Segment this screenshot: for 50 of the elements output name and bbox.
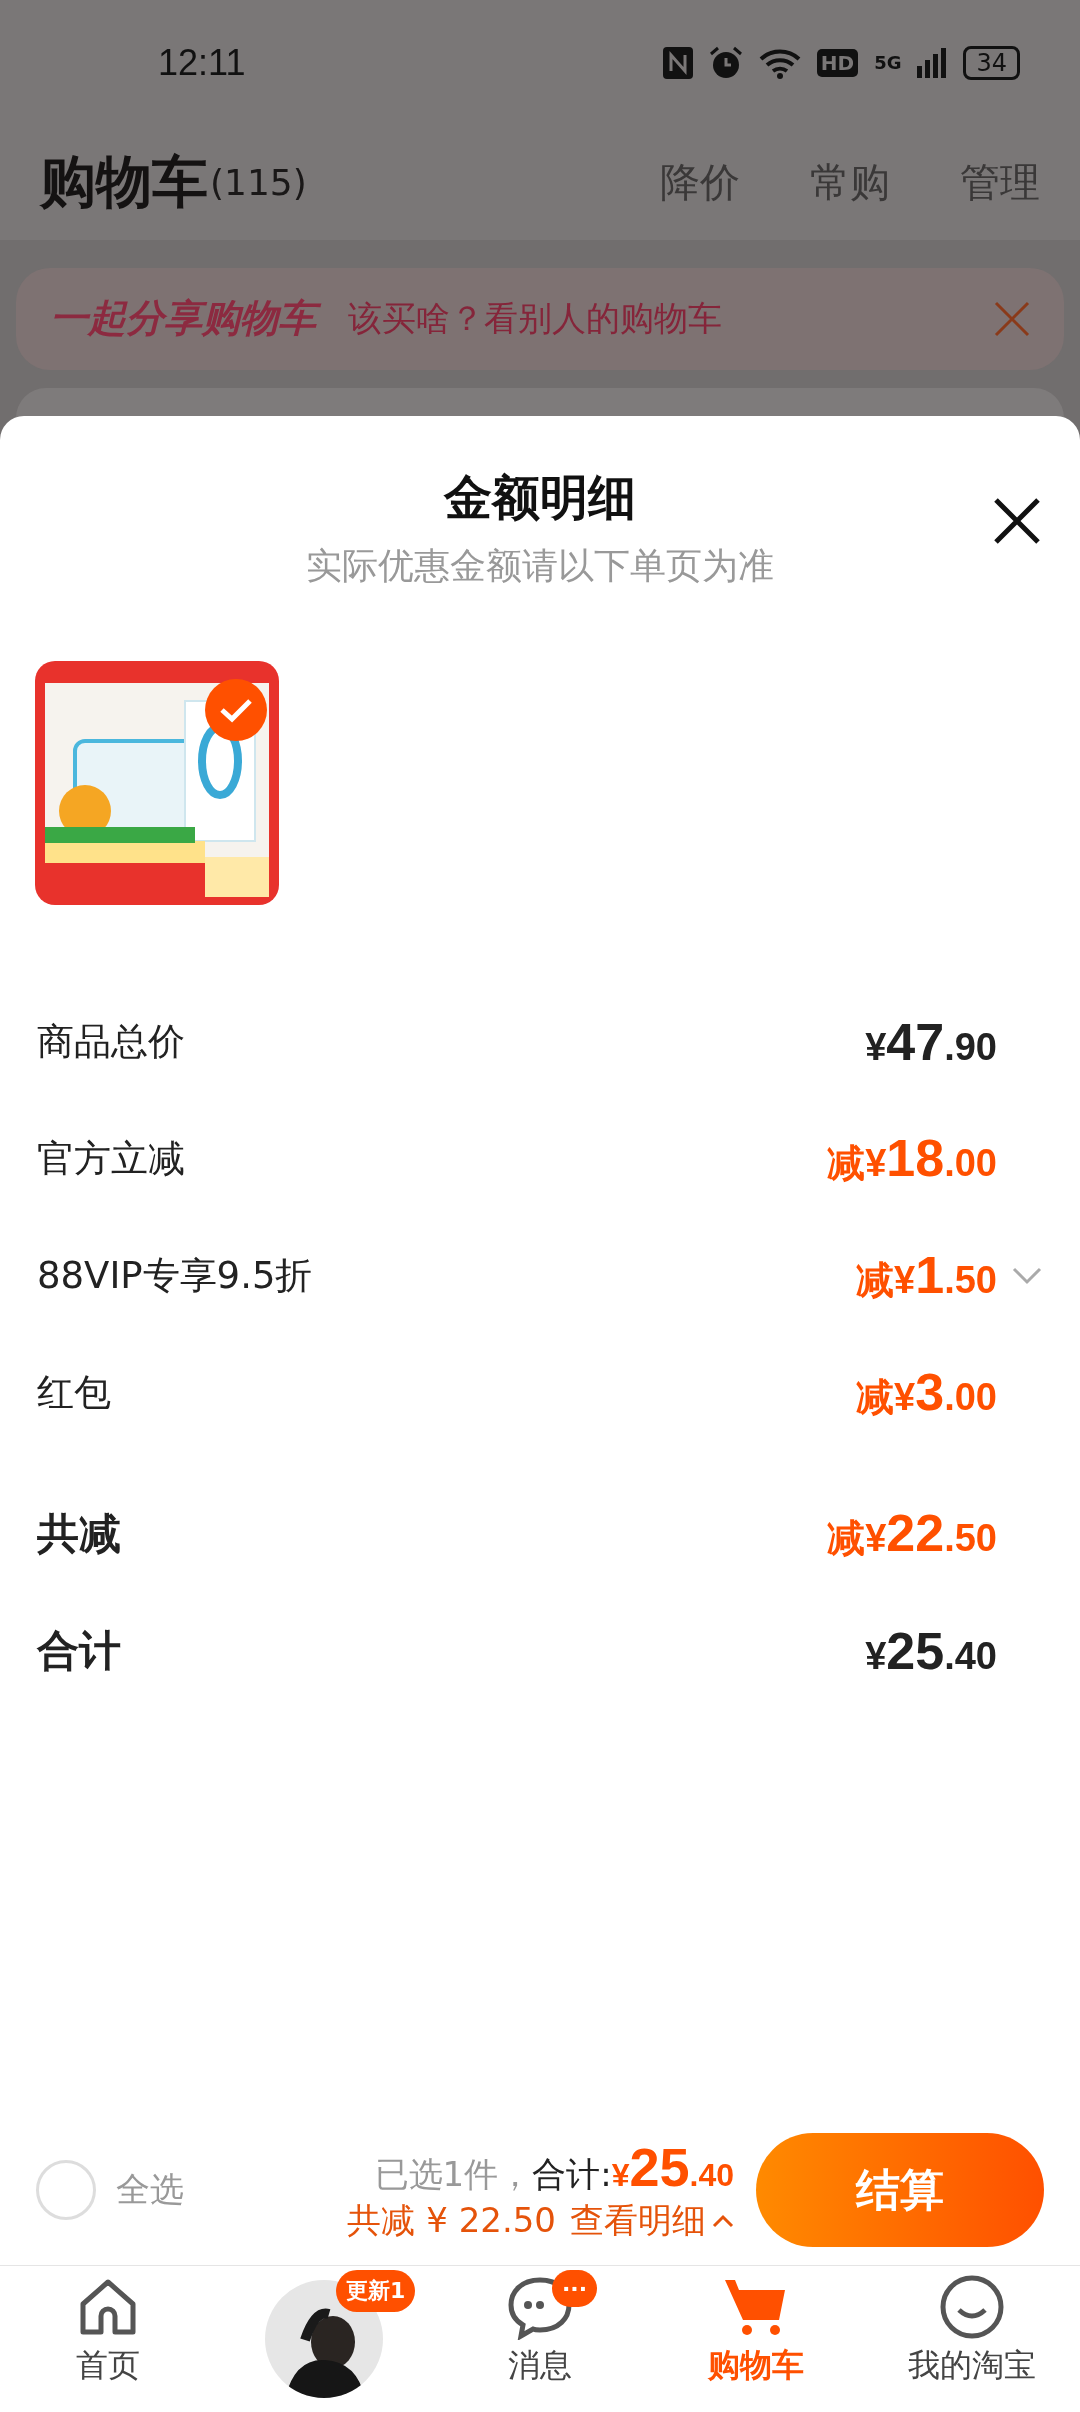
chevron-icon[interactable] <box>1011 1265 1043 1286</box>
total-amount: ¥25.40 <box>611 2136 734 2198</box>
status-time: 12:11 <box>158 41 246 84</box>
price-label: 红包 <box>37 1369 111 1416</box>
caret-icon <box>712 2214 734 2228</box>
nfc-icon <box>662 46 693 79</box>
price-label: 88VIP专享9.5折 <box>37 1252 313 1299</box>
sheet-subtitle: 实际优惠金额请以下单页为准 <box>305 544 775 588</box>
item-count: (115) <box>210 162 307 203</box>
price-label: 共减 <box>37 1507 121 1560</box>
total-label: 合计: <box>532 2153 612 2196</box>
price-amount: 减¥3.00 <box>856 1362 997 1423</box>
sheet-title: 金额明细 <box>444 468 636 527</box>
banner-title: 一起分享购物车 <box>50 292 324 346</box>
savings-text: 共减 ¥ 22.50 <box>347 2199 556 2242</box>
tab-item[interactable]: 首页 <box>0 2266 216 2412</box>
close-icon[interactable] <box>994 301 1030 337</box>
smiley-icon <box>939 2274 1005 2340</box>
price-label: 合计 <box>37 1624 121 1677</box>
selected-count: 已选1件， <box>374 2153 533 2196</box>
check-icon <box>219 697 253 723</box>
tab-item[interactable]: 更新1 <box>216 2266 432 2412</box>
notification-badge: ··· <box>552 2270 598 2307</box>
network-type: 5G <box>874 52 902 73</box>
signal-icon <box>917 47 948 78</box>
select-all-radio[interactable] <box>36 2160 96 2220</box>
header-action[interactable]: 常购 <box>810 155 890 210</box>
banner-text: 该买啥？看别人的购物车 <box>348 297 722 340</box>
notification-badge: 更新1 <box>336 2270 416 2312</box>
tab-item[interactable]: 我的淘宝 <box>864 2266 1080 2412</box>
header-action[interactable]: 管理 <box>960 155 1040 210</box>
price-amount: 减¥18.00 <box>827 1128 997 1189</box>
price-amount: 减¥22.50 <box>827 1503 997 1564</box>
price-label: 商品总价 <box>37 1018 185 1065</box>
hd-indicator: HD <box>816 48 859 77</box>
alarm-icon <box>708 45 743 80</box>
price-amount: 减¥1.50 <box>856 1245 997 1306</box>
close-button[interactable] <box>992 496 1042 546</box>
select-all-label: 全选 <box>116 2168 184 2211</box>
price-amount: ¥25.40 <box>865 1620 997 1681</box>
tab-item[interactable]: 消息 ··· <box>432 2266 648 2412</box>
tab-item[interactable]: 购物车 <box>648 2266 864 2412</box>
price-amount: ¥47.90 <box>865 1011 997 1072</box>
price-label: 官方立减 <box>37 1135 185 1182</box>
page-title: 购物车 <box>40 147 208 216</box>
share-banner[interactable]: 一起分享购物车 该买啥？看别人的购物车 <box>16 268 1064 370</box>
battery-level: 34 <box>963 45 1020 80</box>
header-action[interactable]: 降价 <box>660 155 740 210</box>
checkout-button[interactable]: 结算 <box>756 2133 1044 2247</box>
detail-link[interactable]: 查看明细 <box>570 2198 734 2244</box>
